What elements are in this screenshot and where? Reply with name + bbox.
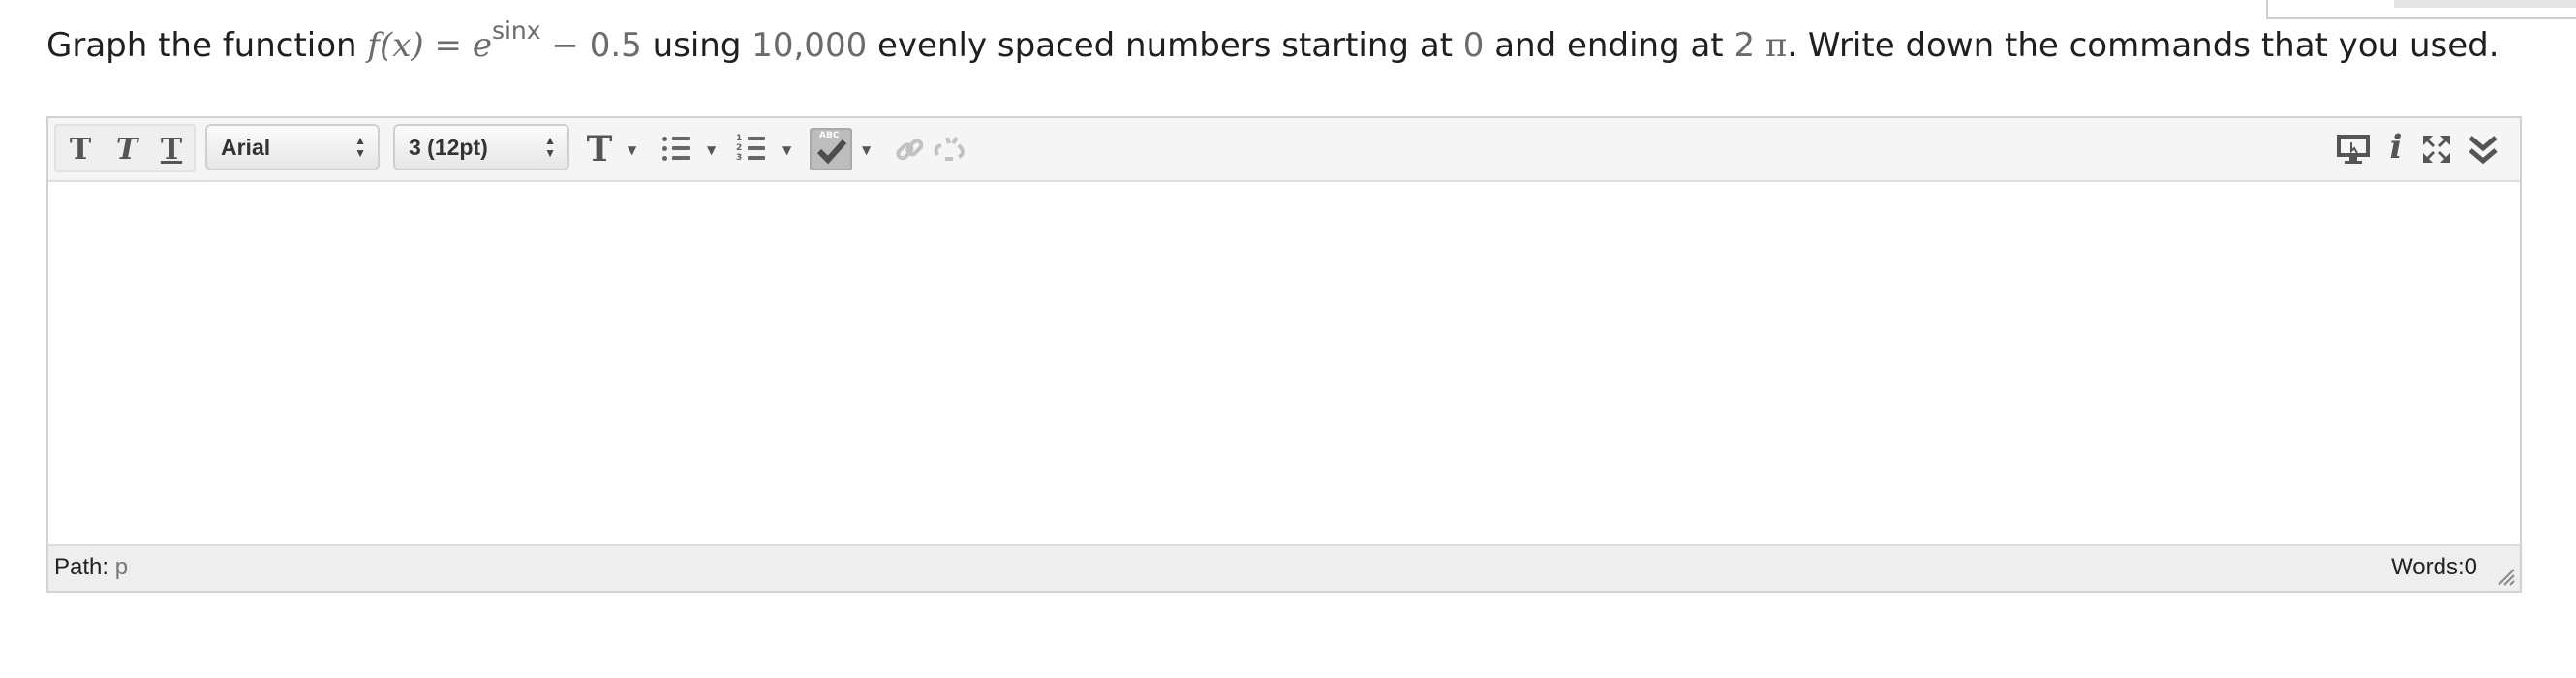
end-value: 2 (1733, 26, 1756, 65)
start-value: 0 (1462, 26, 1485, 65)
preview-icon[interactable] (2336, 132, 2371, 167)
editor-statusbar: Path: p Words:0 (48, 544, 2520, 591)
fullscreen-icon[interactable] (2419, 132, 2454, 167)
numbered-list-icon[interactable]: 1 2 3 (736, 134, 767, 165)
question-using: using (641, 26, 752, 65)
word-count: Words:0 (2391, 554, 2477, 580)
select-arrows-icon: ▲ ▼ (544, 134, 556, 160)
numbered-list-dropdown-icon[interactable]: ▼ (782, 143, 791, 157)
resize-grip-icon[interactable] (2493, 564, 2516, 587)
editor-content-area[interactable] (48, 182, 2520, 544)
font-family-value: Arial (221, 135, 271, 160)
font-family-select[interactable]: Arial ▲ ▼ (205, 124, 380, 170)
top-right-panel (2266, 0, 2576, 19)
unlink-icon[interactable] (932, 134, 968, 167)
editor-toolbar: T T T Arial ▲ ▼ 3 (12pt) ▲ ▼ T ▼ ▼ 1 2 3 ▼… (48, 118, 2520, 182)
exponent: sinx (491, 16, 541, 45)
function-name: f(x) (367, 26, 424, 65)
path-indicator: Path: p (54, 554, 128, 581)
question-rest: . Write down the commands that you used. (1787, 26, 2499, 65)
question-ending: and ending at (1484, 26, 1734, 65)
bullet-list-icon[interactable] (660, 134, 691, 165)
italic-icon[interactable]: T (107, 130, 147, 169)
base-e: e (472, 26, 492, 65)
path-value[interactable]: p (115, 554, 128, 580)
spellcheck-icon[interactable]: ABC (810, 128, 852, 170)
spellcheck-dropdown-icon[interactable]: ▼ (862, 143, 871, 157)
rich-text-editor: T T T Arial ▲ ▼ 3 (12pt) ▲ ▼ T ▼ ▼ 1 2 3 ▼… (46, 116, 2522, 593)
question-intro: Graph the function (46, 26, 368, 65)
pi-symbol: π (1764, 26, 1788, 65)
question-text: Graph the function f(x) = esinx − 0.5 us… (46, 16, 2499, 73)
link-icon[interactable] (893, 134, 926, 167)
font-size-value: 3 (12pt) (409, 135, 488, 160)
text-style-group: T T T (54, 124, 196, 172)
top-right-panel-fill (2394, 0, 2576, 8)
info-icon[interactable]: i (2384, 128, 2407, 167)
path-label: Path: (54, 554, 109, 580)
font-size-select[interactable]: 3 (12pt) ▲ ▼ (393, 124, 569, 170)
select-arrows-icon: ▲ ▼ (354, 134, 366, 160)
bullet-list-dropdown-icon[interactable]: ▼ (707, 143, 716, 157)
text-format-dropdown-icon[interactable]: ▼ (628, 143, 636, 157)
text-format-icon[interactable]: T (579, 129, 620, 170)
underline-icon[interactable]: T (151, 130, 192, 169)
constant: 0.5 (589, 26, 642, 65)
sample-count: 10,000 (751, 26, 868, 65)
collapse-toolbar-icon[interactable] (2466, 132, 2500, 167)
bold-icon[interactable]: T (60, 130, 101, 169)
minus-sign: − (551, 26, 590, 65)
equals-sign: = (434, 26, 463, 65)
question-evenly: evenly spaced numbers starting at (867, 26, 1463, 65)
